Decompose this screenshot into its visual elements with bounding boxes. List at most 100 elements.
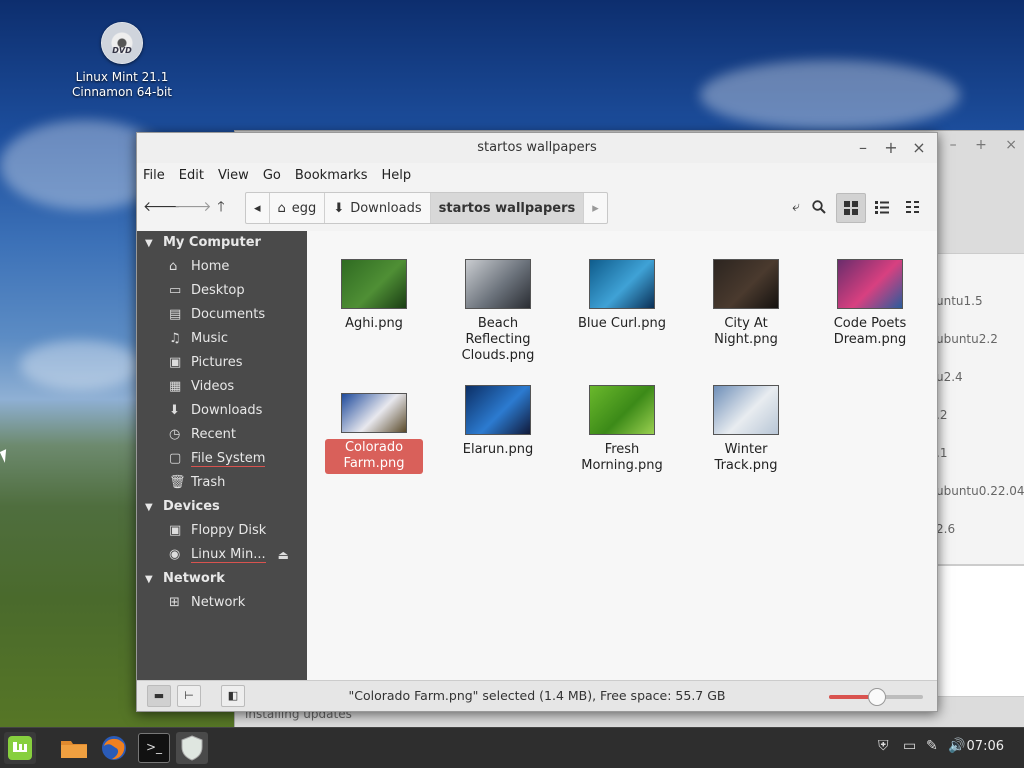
status-text: "Colorado Farm.png" selected (1.4 MB), F…	[348, 688, 726, 703]
breadcrumb-current[interactable]: startos wallpapers	[430, 193, 585, 223]
sidebar-item-downloads[interactable]: ⬇ Downloads	[137, 399, 307, 423]
list-view-icon[interactable]	[868, 193, 896, 221]
menu-button[interactable]	[4, 732, 36, 764]
icon-view-icon[interactable]	[836, 193, 866, 223]
keyboard-icon[interactable]: ▭	[903, 738, 916, 754]
volume-icon[interactable]: 🔊	[948, 738, 965, 754]
back-icon[interactable]: 🡐	[143, 193, 181, 221]
sidebar-item-recent[interactable]: ◷ Recent	[137, 423, 307, 447]
menu-view[interactable]: View	[218, 168, 249, 183]
file-name: City At Night.png	[714, 316, 778, 347]
file-item[interactable]: Blue Curl.png	[567, 259, 677, 334]
file-item[interactable]: Beach Reflecting Clouds.png	[443, 259, 553, 366]
terminal-icon[interactable]: >_	[138, 733, 170, 763]
sidebar-item-file-system[interactable]: ▢ File System	[137, 447, 307, 471]
menu-bookmarks[interactable]: Bookmarks	[295, 168, 368, 183]
background-list-item: u2.4	[936, 370, 963, 384]
background-list-item: ubuntu2.2	[936, 332, 998, 346]
breadcrumb-left-arrow-icon[interactable]: ◂	[246, 193, 270, 223]
eject-icon[interactable]: ⏏	[278, 543, 289, 567]
file-item[interactable]: Colorado Farm.png	[319, 393, 429, 474]
forward-icon[interactable]: 🡒	[174, 193, 212, 221]
sidebar-item-trash[interactable]: 🗑 Trash	[137, 471, 307, 495]
menu-edit[interactable]: Edit	[179, 168, 204, 183]
file-item[interactable]: Winter Track.png	[691, 385, 801, 476]
sidebar-item-desktop[interactable]: ▭ Desktop	[137, 279, 307, 303]
breadcrumb: ◂ ⌂ egg ⬇ Downloads startos wallpapers ▸	[245, 192, 608, 224]
sidebar-item-linux-mint-disc[interactable]: ◉ Linux Min... ⏏	[137, 543, 307, 567]
taskbar: >_ ⛨ ▭ ✎ 🔊 07:06	[0, 727, 1024, 768]
thumbnail	[713, 385, 779, 435]
search-icon[interactable]	[805, 193, 833, 221]
folder-icon[interactable]	[58, 732, 90, 764]
expand-arrow-icon: ▼	[145, 502, 153, 513]
title-bar[interactable]: startos wallpapers – + ×	[137, 133, 937, 163]
file-name: Fresh Morning.png	[581, 442, 663, 473]
file-name: Elarun.png	[462, 442, 534, 457]
thumbnail	[341, 393, 407, 433]
breadcrumb-right-arrow-icon[interactable]: ▸	[584, 193, 607, 223]
breadcrumb-home[interactable]: ⌂ egg	[270, 193, 326, 223]
file-name: Colorado Farm.png	[325, 439, 423, 474]
menu-bar: File Edit View Go Bookmarks Help	[137, 163, 937, 187]
sidebar-item-home[interactable]: ⌂ Home	[137, 255, 307, 279]
file-name: Blue Curl.png	[577, 316, 667, 331]
sidebar-item-network[interactable]: ⊞ Network	[137, 591, 307, 615]
file-item[interactable]: Aghi.png	[319, 259, 429, 334]
thumbnail	[589, 385, 655, 435]
shield-icon[interactable]: ⛨	[878, 738, 889, 754]
thumbnail	[341, 259, 407, 309]
mouse-pointer-icon	[0, 449, 12, 463]
minimize-icon[interactable]: –	[950, 137, 957, 153]
pictures-icon: ▣	[169, 355, 182, 370]
menu-go[interactable]: Go	[263, 168, 281, 183]
background-package-list: untu1.5 ubuntu2.2 u2.4 .2 .1 ubuntu0.22.…	[935, 253, 1024, 565]
update-manager-icon[interactable]	[176, 732, 208, 764]
file-item[interactable]: Fresh Morning.png	[567, 385, 677, 476]
maximize-icon[interactable]: +	[881, 138, 901, 158]
sidebar-item-pictures[interactable]: ▣ Pictures	[137, 351, 307, 375]
desktop-dvd-icon[interactable]: DVD Linux Mint 21.1 Cinnamon 64-bit	[62, 22, 182, 100]
firefox-icon[interactable]	[98, 732, 130, 764]
up-icon[interactable]: 🡑	[207, 193, 235, 221]
breadcrumb-downloads[interactable]: ⬇ Downloads	[325, 193, 431, 223]
network-tray-icon[interactable]: ✎	[926, 738, 938, 754]
floppy-icon: ▣	[169, 523, 182, 538]
file-grid[interactable]: Aghi.png Beach Reflecting Clouds.png Blu…	[307, 231, 937, 681]
clock[interactable]: 07:06	[967, 739, 1004, 754]
file-manager-window[interactable]: startos wallpapers – + × File Edit View …	[136, 132, 938, 712]
download-icon: ⬇	[169, 403, 180, 418]
sidebar-section-devices[interactable]: ▼ Devices	[137, 495, 307, 519]
close-icon[interactable]: ×	[1005, 137, 1017, 153]
desktop-icon-label-line1: Linux Mint 21.1	[75, 70, 169, 84]
home-icon: ⌂	[169, 259, 178, 274]
thumbnail	[589, 259, 655, 309]
maximize-icon[interactable]: +	[975, 137, 987, 153]
background-list-item: 2.6	[936, 522, 956, 536]
expand-arrow-icon: ▼	[145, 574, 153, 585]
sidebar-item-documents[interactable]: ▤ Documents	[137, 303, 307, 327]
disc-icon: ◉	[169, 547, 181, 562]
sidebar-item-videos[interactable]: ▦ Videos	[137, 375, 307, 399]
file-item[interactable]: Elarun.png	[443, 385, 553, 460]
status-bar: ▬ ⊢ ◧ "Colorado Farm.png" selected (1.4 …	[137, 680, 937, 711]
zoom-slider[interactable]	[829, 688, 923, 706]
file-name: Beach Reflecting Clouds.png	[461, 316, 535, 363]
minimize-icon[interactable]: –	[853, 138, 873, 158]
sidebar-item-floppy-disk[interactable]: ▣ Floppy Disk	[137, 519, 307, 543]
compact-view-icon[interactable]	[899, 193, 927, 221]
file-item[interactable]: City At Night.png	[691, 259, 801, 350]
sidebar-item-music[interactable]: ♫ Music	[137, 327, 307, 351]
background-details-panel	[935, 565, 1024, 697]
videos-icon: ▦	[169, 379, 182, 394]
file-item[interactable]: Code Poets Dream.png	[815, 259, 925, 350]
trash-icon: 🗑	[169, 475, 186, 490]
dvd-icon: DVD	[101, 22, 143, 64]
menu-file[interactable]: File	[143, 168, 165, 183]
menu-help[interactable]: Help	[381, 168, 411, 183]
sidebar-section-my-computer[interactable]: ▼ My Computer	[137, 231, 307, 255]
close-icon[interactable]: ×	[909, 138, 929, 158]
desktop-icon-label-line2: Cinnamon 64-bit	[72, 85, 172, 99]
sidebar-section-network[interactable]: ▼ Network	[137, 567, 307, 591]
zoom-slider-handle[interactable]	[868, 688, 886, 706]
